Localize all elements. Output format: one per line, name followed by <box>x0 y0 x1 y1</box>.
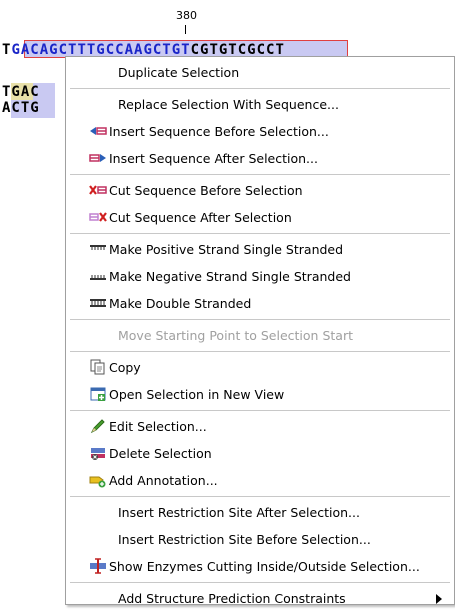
menu-item-duplicate-selection[interactable]: Duplicate Selection <box>66 58 454 86</box>
pencil-icon <box>89 418 107 434</box>
insert-after-icon <box>89 150 107 166</box>
menu-item-insert-restriction-before[interactable]: Insert Restriction Site Before Selection… <box>66 525 454 553</box>
menu-item-edit-selection[interactable]: Edit Selection... <box>66 412 454 440</box>
menu-item-label: Insert Restriction Site Before Selection… <box>118 531 371 547</box>
menu-item-copy[interactable]: Copy <box>66 353 454 381</box>
menu-item-label: Cut Sequence After Selection <box>109 209 292 225</box>
menu-item-positive-single-strand[interactable]: Make Positive Strand Single Stranded <box>66 235 454 263</box>
context-menu: Duplicate Selection Replace Selection Wi… <box>65 56 455 606</box>
menu-separator <box>70 351 450 352</box>
ruler-tick <box>185 25 186 34</box>
cut-after-icon <box>89 209 107 225</box>
negative-strand-icon <box>89 268 107 284</box>
menu-item-insert-restriction-after[interactable]: Insert Restriction Site After Selection.… <box>66 498 454 526</box>
menu-item-label: Replace Selection With Sequence... <box>118 96 339 112</box>
menu-separator <box>70 582 450 583</box>
menu-item-label: Duplicate Selection <box>118 64 240 80</box>
menu-item-label: Cut Sequence Before Selection <box>109 182 303 198</box>
menu-item-open-new-view[interactable]: Open Selection in New View <box>66 380 454 408</box>
menu-item-label: Make Negative Strand Single Stranded <box>109 268 351 284</box>
menu-item-label: Open Selection in New View <box>109 386 285 402</box>
menu-item-show-enzymes[interactable]: Show Enzymes Cutting Inside/Outside Sele… <box>66 552 454 580</box>
menu-separator <box>70 496 450 497</box>
menu-item-label: Add Structure Prediction Constraints <box>118 590 346 606</box>
sequence-row-middle[interactable]: TGAC <box>2 84 40 101</box>
menu-item-label: Move Starting Point to Selection Start <box>118 327 353 343</box>
delete-icon <box>89 445 107 461</box>
menu-item-move-starting-point: Move Starting Point to Selection Start <box>66 321 454 349</box>
menu-item-label: Make Positive Strand Single Stranded <box>109 241 344 257</box>
menu-separator <box>70 88 450 89</box>
cut-before-icon <box>89 182 107 198</box>
enzymes-icon <box>89 558 107 574</box>
menu-item-label: Insert Sequence Before Selection... <box>109 123 329 139</box>
positive-strand-icon <box>89 241 107 257</box>
copy-icon <box>89 359 107 375</box>
menu-item-cut-after[interactable]: Cut Sequence After Selection <box>66 203 454 231</box>
menu-item-delete-selection[interactable]: Delete Selection <box>66 439 454 467</box>
menu-item-negative-single-strand[interactable]: Make Negative Strand Single Stranded <box>66 262 454 290</box>
ruler-position-label: 380 <box>176 9 197 22</box>
menu-item-label: Add Annotation... <box>109 472 218 488</box>
menu-item-insert-before[interactable]: Insert Sequence Before Selection... <box>66 117 454 145</box>
insert-before-icon <box>89 123 107 139</box>
menu-item-label: Insert Sequence After Selection... <box>109 150 318 166</box>
menu-item-label: Show Enzymes Cutting Inside/Outside Sele… <box>109 558 420 574</box>
sequence-row-bottom[interactable]: ACTG <box>2 100 40 117</box>
new-view-icon <box>89 386 107 402</box>
menu-item-cut-before[interactable]: Cut Sequence Before Selection <box>66 176 454 204</box>
menu-item-label: Copy <box>109 359 141 375</box>
menu-item-label: Edit Selection... <box>109 418 207 434</box>
menu-separator <box>70 410 450 411</box>
double-strand-icon <box>89 295 107 311</box>
menu-item-label: Make Double Stranded <box>109 295 252 311</box>
menu-item-label: Insert Restriction Site After Selection.… <box>118 504 360 520</box>
menu-item-add-annotation[interactable]: Add Annotation... <box>66 466 454 494</box>
menu-separator <box>70 174 450 175</box>
menu-separator <box>70 319 450 320</box>
menu-item-replace-selection[interactable]: Replace Selection With Sequence... <box>66 90 454 118</box>
menu-item-structure-prediction[interactable]: Add Structure Prediction Constraints <box>66 584 454 612</box>
submenu-arrow-icon <box>436 594 442 604</box>
add-annotation-icon <box>89 472 107 488</box>
menu-item-double-stranded[interactable]: Make Double Stranded <box>66 289 454 317</box>
menu-separator <box>70 233 450 234</box>
menu-item-insert-after[interactable]: Insert Sequence After Selection... <box>66 144 454 172</box>
menu-item-label: Delete Selection <box>109 445 212 461</box>
